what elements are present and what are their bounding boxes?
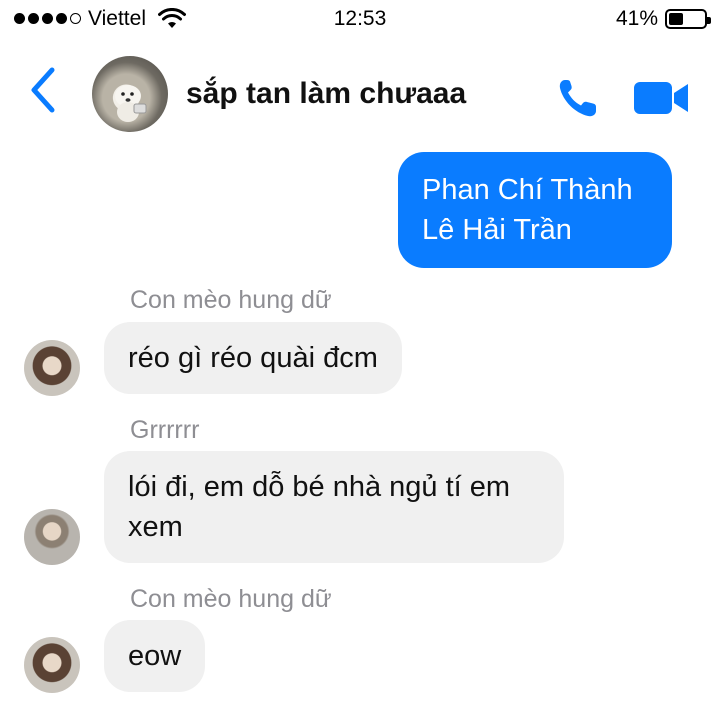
incoming-message-bubble[interactable]: réo gì réo quài đcm — [104, 322, 402, 394]
group-avatar[interactable] — [92, 56, 168, 132]
message-text-line: Phan Chí Thành — [422, 174, 633, 206]
incoming-message-bubble[interactable]: lói đi, em dỗ bé nhà ngủ tí em xem — [104, 451, 564, 563]
outgoing-message-bubble[interactable]: Phan Chí Thành Lê Hải Trần — [398, 152, 672, 268]
sender-name: Con mèo hung dữ — [130, 585, 332, 613]
clock: 12:53 — [333, 7, 387, 30]
sender-name: Con mèo hung dữ — [130, 286, 332, 314]
battery-percent: 41% — [615, 7, 658, 30]
incoming-message-bubble[interactable]: eow — [104, 620, 206, 692]
sender-avatar[interactable] — [24, 340, 80, 396]
sender-name: Grrrrrr — [130, 416, 200, 444]
chat-header: sắp tan làm chưaaa — [0, 40, 720, 146]
battery-cap — [707, 17, 711, 24]
message-text: réo gì réo quài đcm — [128, 342, 378, 374]
back-chevron-icon[interactable] — [22, 64, 66, 116]
message-text: eow — [128, 640, 182, 672]
conversation-title[interactable]: sắp tan làm chưaaa — [186, 77, 466, 111]
video-camera-icon[interactable] — [632, 78, 690, 118]
battery-level-fill — [669, 13, 683, 25]
message-text-line: xem — [128, 511, 183, 543]
message-text-line: Lê Hải Trần — [422, 214, 572, 246]
status-bar: Viettel 12:53 41% — [0, 0, 720, 40]
sender-avatar[interactable] — [24, 637, 80, 693]
dog-photo-icon — [115, 85, 147, 122]
message-text-line: lói đi, em dỗ bé nhà ngủ tí em — [128, 471, 511, 503]
sender-avatar[interactable] — [24, 509, 80, 565]
phone-icon[interactable] — [556, 76, 604, 120]
battery-icon — [665, 9, 711, 29]
